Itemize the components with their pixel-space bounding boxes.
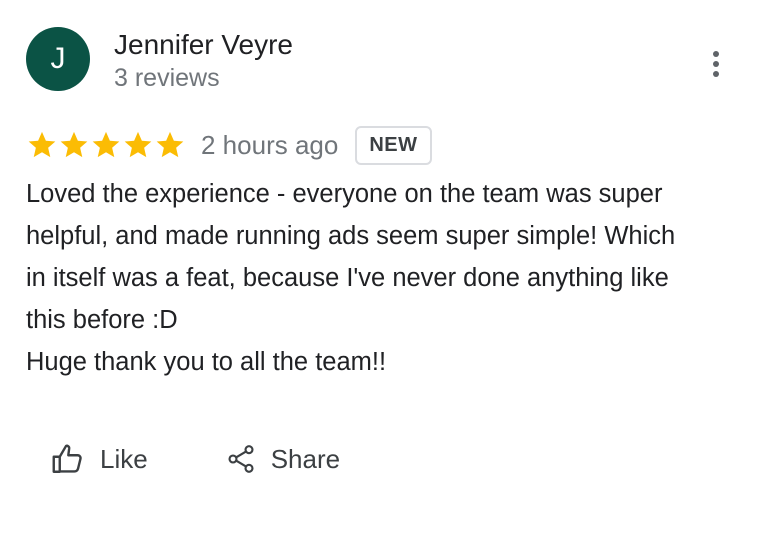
review-text-line: this before :D (26, 306, 178, 334)
share-button[interactable]: Share (223, 439, 342, 479)
rating-row: 2 hours ago NEW (26, 123, 432, 167)
like-label: Like (100, 443, 148, 474)
star-icon (156, 131, 184, 158)
review-actions: Like Share (48, 433, 342, 485)
avatar-initial: J (50, 42, 66, 75)
more-vertical-icon (713, 51, 719, 77)
review-text-line: Huge thank you to all the team!! (26, 348, 387, 376)
share-label: Share (270, 443, 341, 474)
star-rating (26, 129, 186, 161)
avatar[interactable]: J (26, 27, 90, 91)
review-text: Loved the experience - everyone on the t… (26, 173, 756, 383)
review-text-line: in itself was a feat, because I've never… (26, 264, 669, 292)
star-icon (124, 131, 152, 158)
share-icon (228, 445, 254, 473)
thumb-up-icon (52, 444, 82, 473)
review-time: 2 hours ago (201, 129, 339, 160)
new-badge: NEW (355, 125, 432, 165)
review-text-line: helpful, and made running ads seem super… (26, 222, 676, 250)
star-icon (28, 131, 56, 158)
author-name[interactable]: Jennifer Veyre (114, 29, 293, 61)
more-options-button[interactable] (700, 44, 732, 84)
star-icon (60, 131, 88, 158)
author-review-count[interactable]: 3 reviews (114, 64, 220, 93)
review-text-line: Loved the experience - everyone on the t… (26, 180, 663, 208)
star-icon (92, 131, 120, 158)
like-button[interactable]: Like (48, 437, 150, 481)
